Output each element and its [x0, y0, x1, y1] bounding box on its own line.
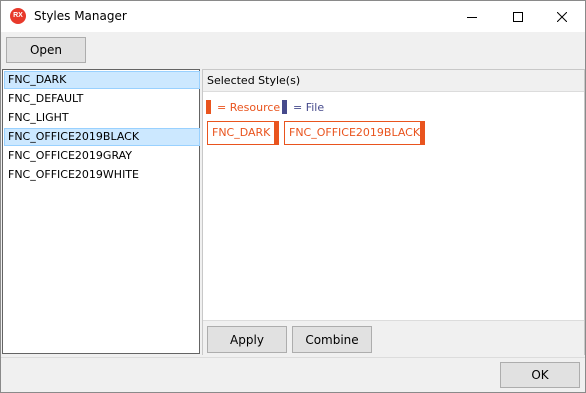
list-item-fnc-default[interactable]: FNC_DEFAULT — [4, 90, 200, 108]
list-item-fnc-light[interactable]: FNC_LIGHT — [4, 109, 200, 127]
close-button[interactable] — [539, 1, 585, 32]
file-legend-label: = File — [293, 101, 325, 114]
ok-button[interactable]: OK — [500, 362, 580, 388]
file-legend-swatch — [282, 100, 287, 114]
list-item-fnc-dark[interactable]: FNC_DARK — [4, 71, 200, 89]
selected-panel-footer: Apply Combine — [203, 320, 584, 355]
resource-legend-swatch — [206, 100, 211, 114]
selected-style-chip-fnc-office2019black[interactable]: FNC_OFFICE2019BLACK — [284, 121, 425, 145]
app-logo-icon: RX — [10, 8, 26, 24]
maximize-icon — [513, 11, 523, 22]
styles-manager-window: RX Styles Manager Open FNC_DARK FNC_DEFA… — [0, 0, 586, 393]
apply-button[interactable]: Apply — [207, 326, 287, 353]
maximize-button[interactable] — [495, 1, 541, 32]
close-icon — [557, 11, 567, 22]
footer-divider — [1, 357, 585, 358]
title-bar: RX Styles Manager — [1, 1, 585, 32]
minimize-button[interactable] — [449, 1, 495, 32]
list-item-fnc-office2019white[interactable]: FNC_OFFICE2019WHITE — [4, 166, 200, 184]
selected-styles-panel: Selected Style(s) = Resource = File FNC_… — [202, 69, 585, 355]
open-button[interactable]: Open — [6, 37, 86, 63]
styles-list[interactable]: FNC_DARK FNC_DEFAULT FNC_LIGHT FNC_OFFIC… — [2, 69, 200, 354]
resource-legend-label: = Resource — [217, 101, 281, 114]
list-item-fnc-office2019black[interactable]: FNC_OFFICE2019BLACK — [4, 128, 200, 146]
window-title: Styles Manager — [34, 9, 127, 23]
selected-style-chip-fnc-dark[interactable]: FNC_DARK — [207, 121, 279, 145]
minimize-icon — [467, 16, 477, 18]
combine-button[interactable]: Combine — [292, 326, 372, 353]
list-item-fnc-office2019gray[interactable]: FNC_OFFICE2019GRAY — [4, 147, 200, 165]
selected-styles-header: Selected Style(s) — [203, 70, 584, 92]
